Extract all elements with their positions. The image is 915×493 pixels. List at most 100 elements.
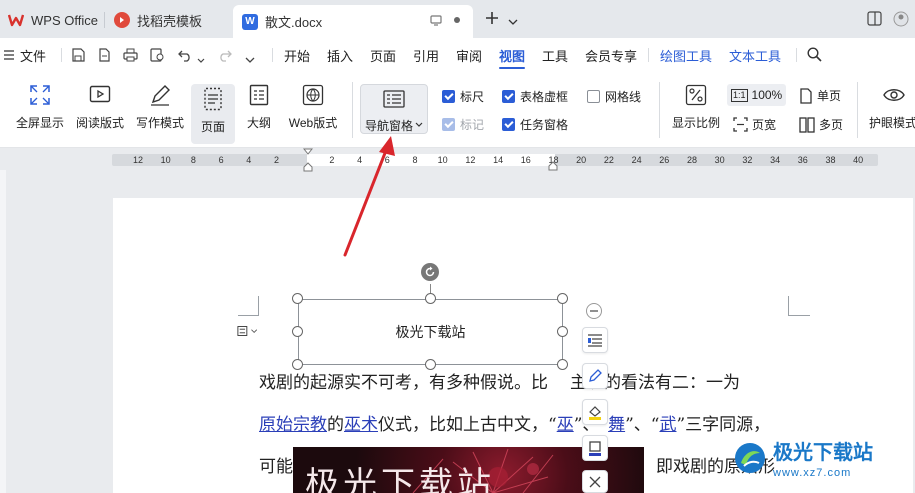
watermark-url: www.xz7.com xyxy=(773,467,852,479)
menu-tab-tools[interactable]: 工具 xyxy=(542,38,568,72)
checkbox-label: 任务窗格 xyxy=(520,118,569,132)
checkbox-markup[interactable]: 标记 xyxy=(442,116,484,133)
resize-handle[interactable] xyxy=(557,326,568,337)
checkbox-box xyxy=(502,90,515,103)
paragraph-line-3-head[interactable]: 可能 xyxy=(259,452,293,477)
account-icon[interactable] xyxy=(893,11,909,32)
sidebar-toggle-icon[interactable] xyxy=(867,11,882,31)
menu-tab-view[interactable]: 视图 xyxy=(499,38,526,72)
print-icon[interactable] xyxy=(123,48,138,65)
paragraph-line-1[interactable]: 戏剧的起源实不可考，有多种假说。比 主流的看法有二：一为 xyxy=(259,368,740,393)
redo-icon[interactable] xyxy=(218,48,232,65)
indent-marker-icon[interactable] xyxy=(302,148,314,177)
collapse-toolbar-button[interactable] xyxy=(586,303,602,319)
text-box-content[interactable]: 极光下载站 xyxy=(299,322,562,342)
page-view-button[interactable]: 页面 xyxy=(191,84,235,144)
button-label: 页宽 xyxy=(752,118,777,132)
multi-page-button[interactable]: 多页 xyxy=(799,116,843,133)
left-scroll-strip[interactable] xyxy=(0,170,6,493)
monitor-icon[interactable] xyxy=(430,14,442,29)
text-box[interactable]: 极光下载站 xyxy=(298,299,563,365)
outline-button[interactable]: 大纲 xyxy=(241,80,277,131)
hyperlink[interactable]: 原始宗教 xyxy=(259,415,327,435)
minus-icon xyxy=(590,310,598,312)
zoom-100-button[interactable]: 1:1 100% xyxy=(727,84,787,106)
undo-icon[interactable] xyxy=(178,48,192,65)
eye-protection-button[interactable]: 护眼模式 xyxy=(867,80,915,131)
menu-tab-insert[interactable]: 插入 xyxy=(327,38,353,72)
shape-outline-button[interactable] xyxy=(582,435,608,461)
preview-icon[interactable] xyxy=(150,48,165,65)
wrap-text-button[interactable] xyxy=(582,327,608,353)
button-label: 显示比例 xyxy=(671,116,720,130)
ruler-tick-label: 20 xyxy=(576,155,587,165)
rotate-handle-icon[interactable] xyxy=(421,263,439,281)
checkbox-gridlines[interactable]: 网格线 xyxy=(587,88,641,105)
menu-tab-member[interactable]: 会员专享 xyxy=(585,38,637,72)
outline-icon xyxy=(249,80,269,110)
checkbox-ruler[interactable]: 标尺 xyxy=(442,88,484,105)
menu-tab-drawing-tools[interactable]: 绘图工具 xyxy=(660,38,712,72)
hyperlink[interactable]: 舞 xyxy=(608,415,625,435)
page-width-button[interactable]: 页宽 xyxy=(733,116,776,133)
layout-anchor-button[interactable] xyxy=(237,321,257,341)
ruler-tick-label: 26 xyxy=(659,155,670,165)
image-caption: 极光下载站 xyxy=(305,465,495,493)
chevron-down-icon[interactable] xyxy=(197,52,205,67)
multi-page-icon xyxy=(799,116,815,133)
checkbox-box xyxy=(442,118,455,131)
fullscreen-button[interactable]: 全屏显示 xyxy=(14,80,66,131)
resize-handle[interactable] xyxy=(292,293,303,304)
ruler-tick-label: 14 xyxy=(493,155,504,165)
tab-wps-office[interactable]: WPS Office xyxy=(8,6,98,34)
word-doc-icon: W xyxy=(242,13,258,30)
export-pdf-icon[interactable] xyxy=(97,48,111,65)
hyperlink[interactable]: 巫术 xyxy=(344,415,378,435)
new-tab-icon[interactable] xyxy=(484,10,500,31)
checkbox-table-gridlines[interactable]: 表格虚框 xyxy=(502,88,568,105)
reading-layout-button[interactable]: 阅读版式 xyxy=(74,80,126,131)
hamburger-icon xyxy=(4,48,14,63)
search-icon[interactable] xyxy=(807,47,822,65)
resize-handle[interactable] xyxy=(557,293,568,304)
ruler-tick-label: 10 xyxy=(160,155,171,165)
crop-mark xyxy=(238,296,259,316)
more-icon[interactable] xyxy=(245,52,255,67)
resize-handle[interactable] xyxy=(292,326,303,337)
menu-tab-text-tools[interactable]: 文本工具 xyxy=(729,38,781,72)
menu-tab-home[interactable]: 开始 xyxy=(284,38,310,72)
ruler-tick-label: 8 xyxy=(190,155,196,165)
shape-outline-icon xyxy=(589,441,601,456)
file-menu[interactable]: 文件 xyxy=(4,38,46,72)
tab-docer[interactable]: 找稻壳模板 xyxy=(114,6,202,34)
more-tools-button[interactable] xyxy=(582,470,608,493)
tab-active-document[interactable]: W 散文.docx xyxy=(233,5,473,38)
web-layout-button[interactable]: Web版式 xyxy=(287,80,339,131)
tab-separator xyxy=(104,12,105,28)
menu-tab-references[interactable]: 引用 xyxy=(413,38,439,72)
checkbox-task-pane[interactable]: 任务窗格 xyxy=(502,116,568,133)
hyperlink[interactable]: 巫 xyxy=(557,415,574,435)
ruler-tick-label: 12 xyxy=(465,155,476,165)
horizontal-ruler[interactable]: 12 10 8 6 4 2 2 4 6 8 10 12 14 16 18 20 22 24 26 28 30 32 34 36… xyxy=(112,148,878,172)
outline-style-button[interactable] xyxy=(582,363,608,389)
chevron-down-icon[interactable] xyxy=(508,13,518,31)
display-ratio-button[interactable]: 显示比例 xyxy=(668,80,724,131)
single-page-button[interactable]: 单页 xyxy=(799,87,841,104)
unsaved-dot-icon[interactable] xyxy=(454,17,460,23)
hyperlink[interactable]: 武 xyxy=(659,415,676,435)
menu-tab-review[interactable]: 审阅 xyxy=(456,38,482,72)
divider xyxy=(857,82,858,138)
ruler-tick-label: 2 xyxy=(329,155,335,165)
right-indent-marker-icon[interactable] xyxy=(548,158,558,176)
save-icon[interactable] xyxy=(71,48,85,65)
text-run: 仪式，比如上古中文，“ xyxy=(378,415,557,435)
writing-mode-button[interactable]: 写作模式 xyxy=(134,80,186,131)
resize-handle[interactable] xyxy=(425,293,436,304)
paragraph-line-2[interactable]: 原始宗教的巫术仪式，比如上古中文，“巫”、“舞”、“武”三字同源， xyxy=(259,410,770,435)
menu-tab-page[interactable]: 页面 xyxy=(370,38,396,72)
ruler-tick-label: 34 xyxy=(770,155,781,165)
fill-color-button[interactable] xyxy=(582,399,608,425)
docer-icon xyxy=(114,12,130,28)
checkbox-label: 标尺 xyxy=(460,90,485,104)
